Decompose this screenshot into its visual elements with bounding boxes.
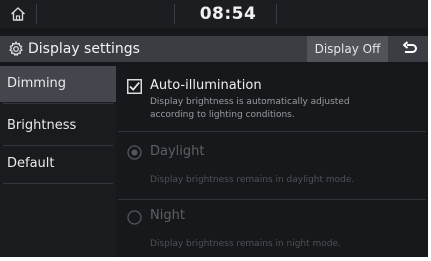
clock: 08:54 — [199, 4, 257, 24]
back-button[interactable] — [391, 36, 428, 62]
radio-unselected-icon[interactable] — [127, 210, 142, 225]
status-bar: 08:54 — [0, 0, 428, 28]
radio-selected-icon[interactable] — [127, 145, 142, 160]
settings-tabs: Dimming Brightness Default — [0, 66, 116, 257]
status-separator — [276, 4, 277, 24]
tab-brightness[interactable]: Brightness — [0, 108, 116, 144]
page-title: Display settings — [28, 41, 140, 57]
tab-divider — [3, 103, 113, 104]
night-label: Night — [150, 208, 185, 223]
night-description: Display brightness remains in night mode… — [150, 239, 341, 249]
checkbox-checked-icon[interactable] — [127, 79, 142, 94]
option-divider — [118, 131, 426, 132]
gear-icon — [9, 41, 23, 57]
tab-dimming[interactable]: Dimming — [0, 66, 116, 102]
auto-illumination-label: Auto-illumination — [150, 78, 262, 93]
daylight-description: Display brightness remains in daylight m… — [150, 175, 355, 185]
daylight-option[interactable]: Daylight Display brightness remains in d… — [116, 134, 428, 196]
auto-illumination-description: Display brightness is automatically adju… — [150, 97, 350, 107]
dimming-panel: Auto-illumination Display brightness is … — [116, 66, 428, 257]
status-separator — [36, 4, 37, 24]
home-icon — [11, 7, 25, 21]
daylight-label: Daylight — [150, 144, 205, 159]
auto-illumination-option[interactable]: Auto-illumination Display brightness is … — [116, 66, 428, 130]
tab-default[interactable]: Default — [0, 146, 116, 182]
display-off-button[interactable]: Display Off — [307, 36, 388, 62]
night-option[interactable]: Night Display brightness remains in nigh… — [116, 202, 428, 257]
head-unit-display: 08:54 Display settings Display Off Dimmi… — [0, 0, 428, 257]
home-button[interactable] — [0, 0, 36, 28]
auto-illumination-description: according to lighting conditions. — [150, 110, 295, 120]
screen: 08:54 Display settings Display Off Dimmi… — [0, 0, 431, 261]
tab-divider — [3, 183, 113, 184]
status-separator — [174, 4, 175, 24]
option-divider — [118, 199, 426, 200]
title-bar: Display settings Display Off — [0, 36, 428, 62]
back-arrow-icon — [402, 41, 417, 53]
